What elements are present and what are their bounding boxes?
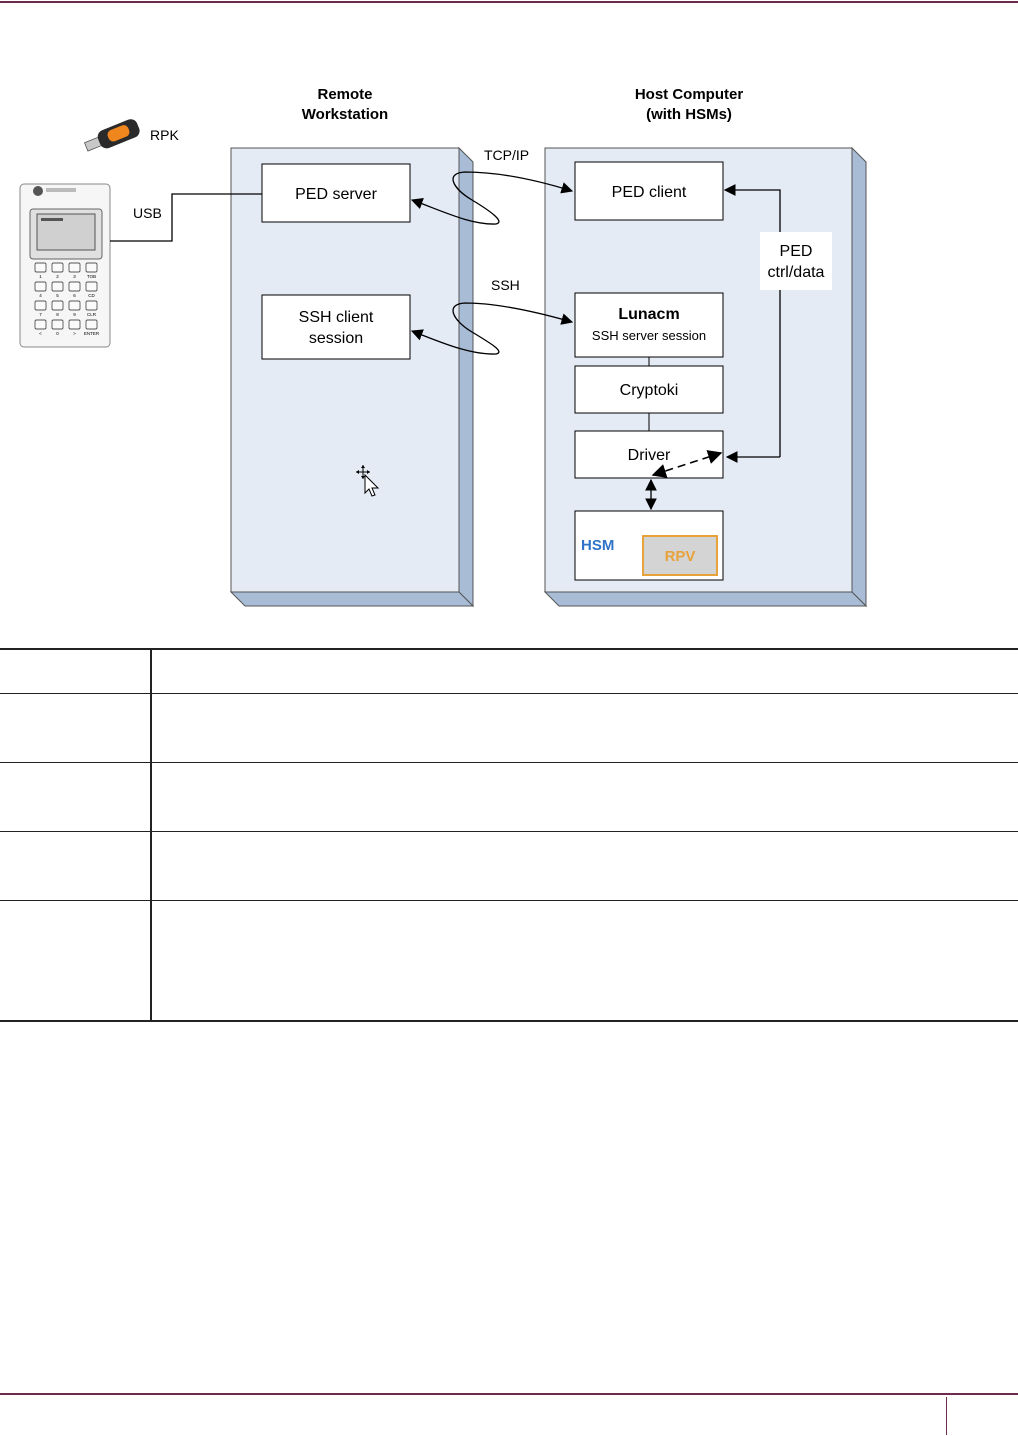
keypad-key	[68, 262, 81, 273]
table-row	[0, 693, 1018, 763]
ssh-client-box	[261, 294, 411, 360]
table-cell	[151, 693, 1018, 763]
rpk-label: RPK	[150, 127, 179, 143]
keypad-key-label: CLR	[87, 312, 97, 317]
keypad-key	[34, 262, 47, 273]
table-row	[0, 900, 1018, 1022]
table-cell	[0, 693, 152, 763]
rpk-usb-key-icon	[84, 119, 140, 152]
keypad-key-label: CD	[88, 293, 95, 298]
keypad-key-label: TOB	[87, 274, 96, 279]
description-table	[0, 648, 1018, 1022]
keypad-key-label: >	[73, 331, 76, 336]
table-row	[0, 831, 1018, 901]
ssh-label: SSH	[491, 277, 520, 293]
tcpip-label: TCP/IP	[484, 147, 529, 163]
hsm-label: HSM	[581, 537, 614, 554]
ssh-client-label: session	[309, 330, 363, 347]
ssh-server-label: SSH server session	[592, 328, 706, 343]
table-row	[0, 648, 1018, 694]
table-cell	[151, 762, 1018, 832]
page-number-divider	[946, 1397, 947, 1435]
header-rule	[0, 1, 1018, 3]
ssh-client-label: SSH client	[299, 309, 374, 326]
driver-label: Driver	[628, 447, 671, 464]
keypad-key	[85, 281, 98, 292]
table-cell	[0, 762, 152, 832]
rpv-label: RPV	[665, 548, 696, 565]
table-cell	[0, 648, 152, 694]
keypad-key	[34, 300, 47, 311]
keypad-key-label: ENTER	[84, 331, 100, 336]
keypad-key	[85, 262, 98, 273]
host-title: Host Computer	[635, 86, 743, 103]
table-cell	[0, 900, 152, 1022]
remote-title: Remote	[317, 86, 372, 103]
ped-ctrl-label: ctrl/data	[768, 264, 825, 281]
table-row	[0, 762, 1018, 832]
remote-ped-diagram: Remote Workstation Host Computer (with H…	[19, 86, 868, 608]
keypad-key	[68, 300, 81, 311]
keypad-key	[51, 300, 64, 311]
ped-server-label: PED server	[295, 186, 377, 203]
keypad-key	[34, 319, 47, 330]
keypad-key	[34, 281, 47, 292]
usb-label: USB	[133, 205, 162, 221]
keypad-key	[85, 319, 98, 330]
ped-ctrl-label-bg	[760, 232, 832, 290]
ped-client-label: PED client	[612, 184, 687, 201]
keypad-key	[51, 319, 64, 330]
host-title: (with HSMs)	[646, 106, 732, 123]
keypad-key	[85, 300, 98, 311]
table-cell	[151, 648, 1018, 694]
table-cell	[151, 831, 1018, 901]
lunacm-label: Lunacm	[618, 306, 679, 323]
keypad-key	[51, 281, 64, 292]
keypad-key	[68, 319, 81, 330]
cryptoki-label: Cryptoki	[620, 382, 679, 399]
keypad-key	[51, 262, 64, 273]
table-cell	[151, 900, 1018, 1022]
keypad-key	[68, 281, 81, 292]
remote-title: Workstation	[302, 106, 388, 123]
keypad-key-label: <	[39, 331, 42, 336]
lunacm-box	[574, 292, 724, 358]
ped-device-icon: 1 2 3 TOB4 5 6 CD7 8 9 CLR< 0 > ENTER	[19, 183, 111, 348]
footer-rule	[0, 1393, 1018, 1395]
ped-ctrl-label: PED	[780, 243, 813, 260]
table-cell	[0, 831, 152, 901]
